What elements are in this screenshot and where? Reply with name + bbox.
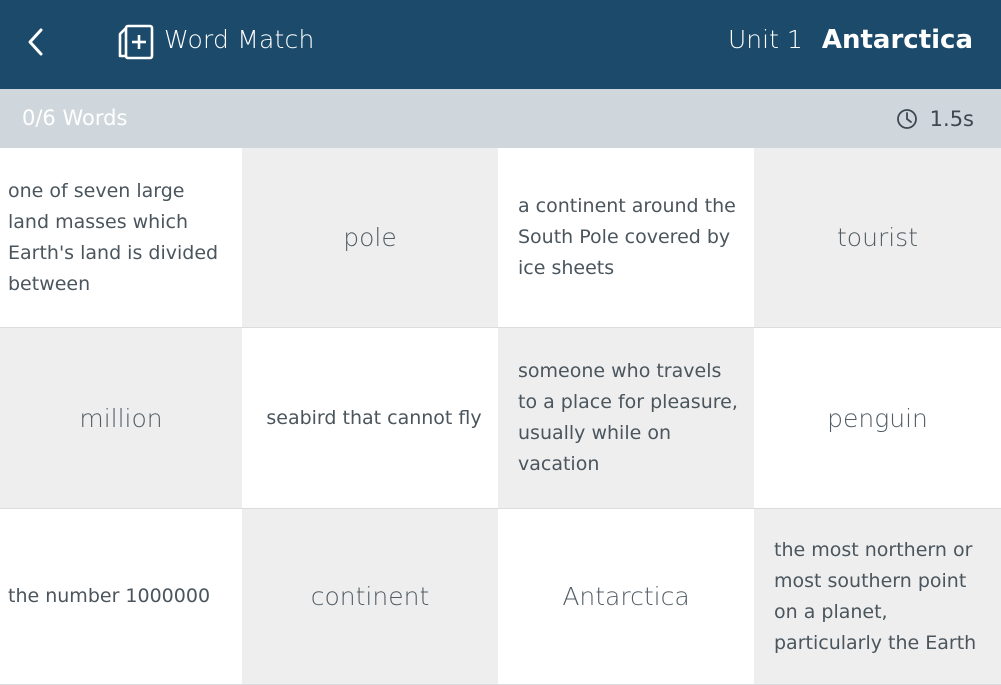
match-card[interactable]: someone who travels to a place for pleas…: [498, 328, 754, 509]
match-card[interactable]: continent: [242, 509, 498, 685]
match-card[interactable]: Antarctica: [498, 509, 754, 685]
match-grid: one of seven large land masses which Ear…: [0, 148, 1001, 685]
card-text: tourist: [837, 223, 918, 252]
unit-label: Unit 1: [728, 25, 803, 54]
chevron-left-icon: [28, 28, 43, 56]
match-card[interactable]: the most northern or most southern point…: [754, 509, 1001, 685]
card-text: pole: [343, 223, 397, 252]
topic-title: Antarctica: [821, 25, 973, 55]
match-card[interactable]: a continent around the South Pole covere…: [498, 148, 754, 328]
timer-value: 1.5s: [929, 106, 974, 131]
status-bar: 0/6 Words 1.5s: [0, 89, 1001, 148]
timer: 1.5s: [896, 89, 974, 148]
card-text: continent: [310, 582, 430, 611]
card-text: the most northern or most southern point…: [774, 538, 977, 654]
match-card[interactable]: seabird that cannot fly: [242, 328, 498, 509]
add-card-icon: [118, 24, 154, 60]
match-card[interactable]: one of seven large land masses which Ear…: [0, 148, 242, 328]
progress-counter: 0/6 Words: [22, 106, 128, 130]
card-text: penguin: [827, 403, 928, 433]
header-bar: Word Match Unit 1 Antarctica: [0, 0, 1001, 89]
clock-icon: [896, 108, 917, 129]
match-card[interactable]: million: [0, 328, 242, 509]
card-text: the number 1000000: [8, 585, 211, 607]
match-card[interactable]: pole: [242, 148, 498, 328]
back-button[interactable]: [18, 22, 54, 62]
card-text: someone who travels to a place for pleas…: [518, 360, 738, 475]
card-text: seabird that cannot fly: [266, 406, 482, 429]
match-card[interactable]: penguin: [754, 328, 1001, 509]
card-text: one of seven large land masses which Ear…: [8, 179, 219, 295]
card-text: a continent around the South Pole covere…: [518, 195, 736, 279]
app-title: Word Match: [164, 25, 315, 54]
card-text: million: [79, 403, 163, 433]
match-card[interactable]: tourist: [754, 148, 1001, 328]
match-card[interactable]: the number 1000000: [0, 509, 242, 685]
card-text: Antarctica: [562, 582, 690, 611]
